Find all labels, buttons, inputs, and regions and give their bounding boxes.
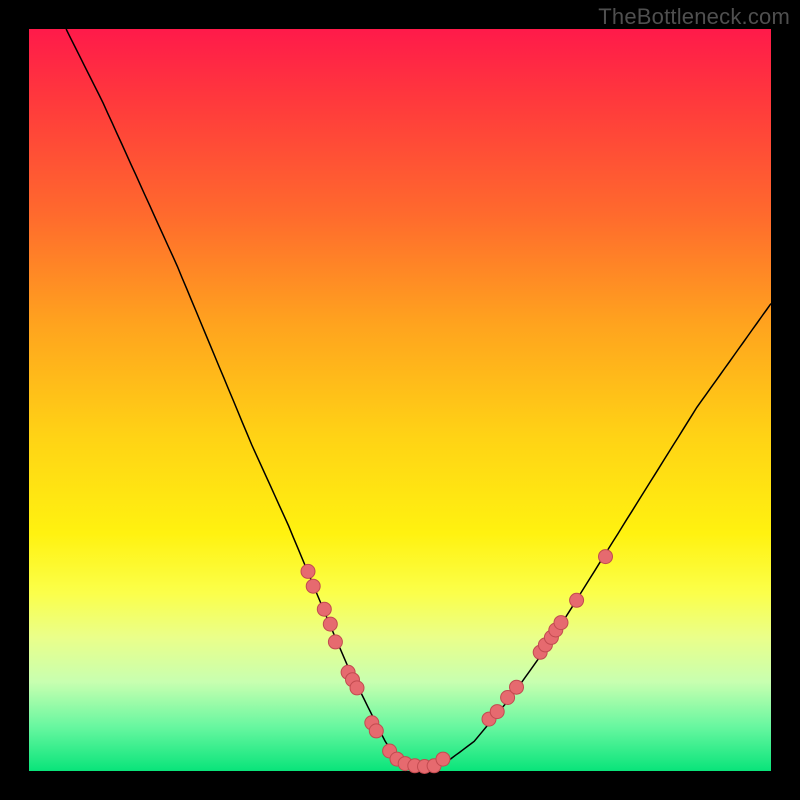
curve-marker <box>599 550 613 564</box>
curve-marker <box>306 579 320 593</box>
bottleneck-curve <box>66 29 771 771</box>
curve-marker <box>436 752 450 766</box>
curve-marker <box>350 681 364 695</box>
chart-svg <box>29 29 771 771</box>
curve-marker <box>554 616 568 630</box>
chart-frame: TheBottleneck.com <box>0 0 800 800</box>
chart-plot-area <box>29 29 771 771</box>
curve-marker <box>570 593 584 607</box>
curve-marker <box>328 635 342 649</box>
curve-marker <box>317 602 331 616</box>
curve-marker <box>369 724 383 738</box>
curve-markers <box>301 550 613 774</box>
watermark-text: TheBottleneck.com <box>598 4 790 30</box>
curve-line <box>66 29 771 771</box>
curve-marker <box>301 564 315 578</box>
curve-marker <box>510 680 524 694</box>
curve-marker <box>323 617 337 631</box>
curve-marker <box>490 705 504 719</box>
